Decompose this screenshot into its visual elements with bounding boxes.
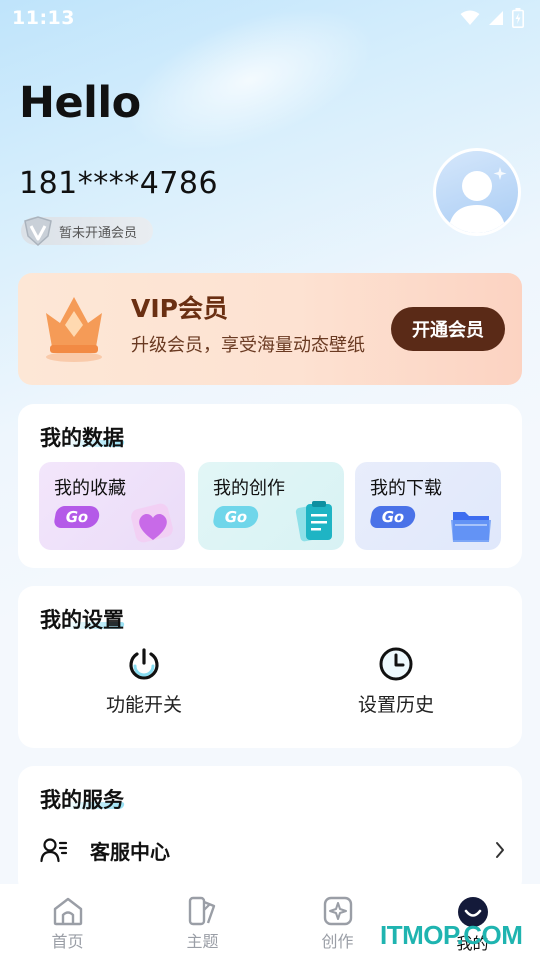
clipboard-icon [295, 501, 332, 542]
vip-shield-icon [24, 216, 52, 247]
tab-theme[interactable]: 主题 [135, 884, 270, 960]
status-time: 11:13 [12, 7, 75, 29]
downloads-tile[interactable]: 我的下载 Go [355, 462, 501, 550]
my-settings-card: 我的设置 功能开关 设置历史 [18, 586, 522, 748]
theme-icon [188, 896, 215, 926]
my-data-title: 我的数据 [40, 426, 124, 450]
heart-icon [131, 503, 173, 543]
folder-icon [451, 512, 491, 542]
feature-toggle-item[interactable]: 功能开关 [64, 646, 224, 717]
creations-label: 我的创作 [213, 478, 285, 499]
my-settings-title: 我的设置 [40, 608, 124, 632]
settings-history-label: 设置历史 [357, 694, 434, 716]
creations-tile[interactable]: 我的创作 Go [198, 462, 344, 550]
member-status-label: 暂未开通会员 [59, 225, 138, 241]
feature-toggle-label: 功能开关 [105, 694, 182, 716]
watermark-text: ITMOP.COM [380, 920, 523, 950]
status-icons [460, 8, 524, 28]
my-data-card: 我的数据 我的收藏 Go 我的创作 Go 我的下载 Go [18, 404, 522, 568]
vip-subtitle: 升级会员，享受海量动态壁纸 [131, 335, 365, 356]
home-icon [53, 897, 82, 926]
greeting-title: Hello [19, 78, 141, 128]
tab-theme-label: 主题 [186, 932, 219, 951]
my-services-card: 我的服务 客服中心 [18, 766, 522, 896]
settings-history-item[interactable]: 设置历史 [316, 646, 476, 717]
vip-banner[interactable]: VIP会员 升级会员，享受海量动态壁纸 开通会员 [18, 273, 522, 385]
creations-go-button[interactable]: Go [212, 506, 260, 528]
activate-vip-button[interactable]: 开通会员 [391, 307, 505, 351]
battery-icon [512, 8, 524, 28]
favorites-label: 我的收藏 [54, 478, 126, 499]
status-bar: 11:13 [0, 0, 540, 36]
create-icon [323, 896, 352, 926]
power-icon [129, 648, 159, 680]
default-avatar-icon [448, 167, 507, 233]
member-status-badge[interactable]: 暂未开通会员 [21, 216, 153, 247]
tab-create-label: 创作 [321, 932, 354, 951]
tab-home[interactable]: 首页 [0, 884, 135, 960]
clock-icon [379, 647, 413, 681]
tab-home-label: 首页 [51, 932, 84, 951]
downloads-go-button[interactable]: Go [369, 506, 417, 528]
wifi-icon [460, 10, 480, 25]
customer-service-icon [40, 838, 68, 863]
chevron-right-icon [496, 842, 504, 858]
favorites-go-button[interactable]: Go [53, 506, 101, 528]
user-phone: 181****4786 [19, 166, 219, 201]
favorites-tile[interactable]: 我的收藏 Go [39, 462, 185, 550]
customer-service-row[interactable]: 客服中心 [40, 834, 506, 866]
downloads-label: 我的下载 [370, 478, 442, 499]
crown-icon [46, 297, 102, 362]
customer-service-label: 客服中心 [90, 839, 170, 864]
my-services-title: 我的服务 [40, 788, 124, 812]
avatar[interactable] [433, 148, 521, 236]
cellular-signal-icon [489, 11, 503, 25]
vip-title: VIP会员 [131, 294, 228, 323]
